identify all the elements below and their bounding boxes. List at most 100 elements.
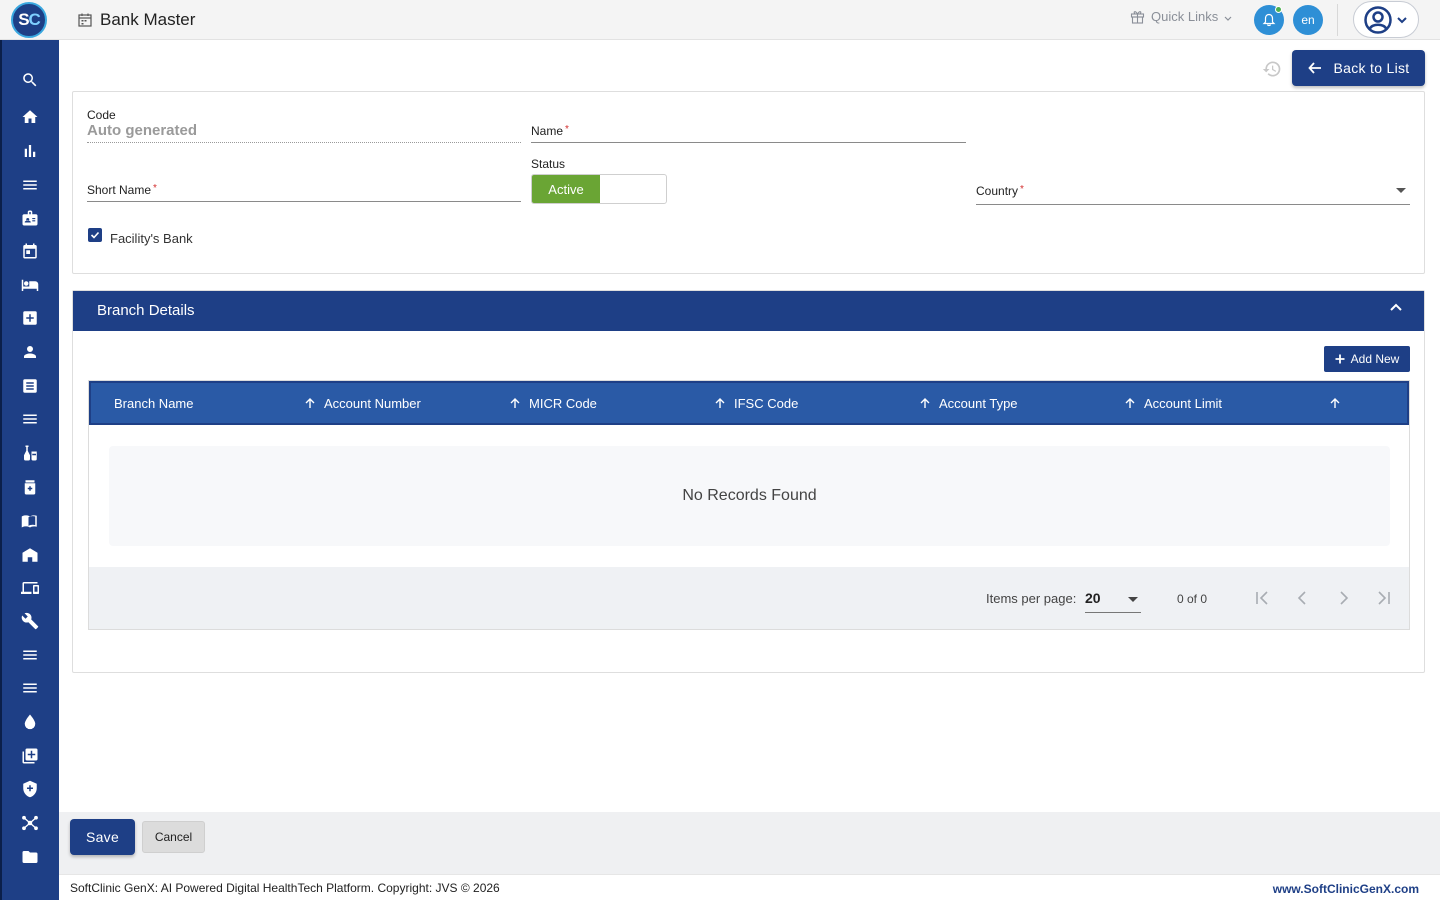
top-bar: SC Bank Master Quick Links en xyxy=(0,0,1440,40)
chevron-right-icon xyxy=(1340,591,1349,605)
medicine-icon[interactable] xyxy=(19,476,41,498)
badge-icon[interactable] xyxy=(19,207,41,229)
back-to-list-button[interactable]: Back to List xyxy=(1292,50,1425,86)
status-inactive-option[interactable] xyxy=(600,175,666,203)
calendar-icon[interactable] xyxy=(19,240,41,262)
items-per-page-label: Items per page: xyxy=(986,591,1077,606)
folder-icon[interactable] xyxy=(19,846,41,868)
drop-icon[interactable] xyxy=(19,711,41,733)
back-to-list-label: Back to List xyxy=(1333,60,1410,76)
sort-arrow-icon[interactable] xyxy=(919,397,931,409)
search-icon[interactable] xyxy=(19,69,41,91)
first-page-button[interactable] xyxy=(1252,587,1274,609)
country-label-text: Country xyxy=(976,184,1019,198)
language-button[interactable]: en xyxy=(1293,5,1323,35)
required-mark: * xyxy=(1020,184,1024,195)
add-box-icon[interactable] xyxy=(19,745,41,767)
column-branch-name[interactable]: Branch Name xyxy=(114,396,193,411)
short-name-field[interactable] xyxy=(87,201,521,202)
user-menu-button[interactable] xyxy=(1353,1,1419,38)
shield-icon[interactable] xyxy=(19,778,41,800)
form-action-bar: Save Cancel xyxy=(59,812,1440,874)
branch-details-title: Branch Details xyxy=(97,302,195,319)
sort-arrow-icon[interactable] xyxy=(714,397,726,409)
chevron-up-icon[interactable] xyxy=(1389,301,1403,315)
branch-details-panel: Branch Details Add New Branch Name Accou… xyxy=(72,290,1425,673)
menu-icon[interactable] xyxy=(19,174,41,196)
wrench-icon[interactable] xyxy=(19,610,41,632)
cancel-button[interactable]: Cancel xyxy=(142,821,205,853)
column-micr-code[interactable]: MICR Code xyxy=(529,396,597,411)
bank-form: Code Auto generated Name * Status Active … xyxy=(72,91,1425,274)
items-per-page-underline xyxy=(1085,612,1141,613)
country-dropdown-arrow-icon[interactable] xyxy=(1396,188,1406,193)
branch-details-header[interactable]: Branch Details xyxy=(73,291,1424,331)
lines-icon[interactable] xyxy=(19,644,41,666)
history-icon[interactable] xyxy=(1262,59,1282,79)
column-ifsc-code[interactable]: IFSC Code xyxy=(734,396,798,411)
items-per-page-dropdown-icon[interactable] xyxy=(1128,597,1138,602)
bar-chart-icon[interactable] xyxy=(19,140,41,162)
arrow-left-icon xyxy=(1307,62,1321,74)
country-label: Country * xyxy=(976,184,1024,198)
website-link[interactable]: www.SoftClinicGenX.com xyxy=(1273,882,1419,896)
bed-icon[interactable] xyxy=(19,274,41,296)
column-account-type[interactable]: Account Type xyxy=(939,396,1018,411)
building-icon[interactable] xyxy=(19,544,41,566)
plus-icon xyxy=(1335,354,1345,364)
first-page-icon xyxy=(1256,591,1268,605)
facility-bank-label[interactable]: Facility's Bank xyxy=(110,231,193,246)
paginator: Items per page: 20 0 of 0 xyxy=(89,567,1409,629)
short-name-label: Short Name * xyxy=(87,183,157,197)
status-toggle[interactable]: Active xyxy=(531,174,667,204)
facility-bank-checkbox[interactable] xyxy=(88,228,102,242)
next-page-button[interactable] xyxy=(1332,587,1354,609)
copyright-text: SoftClinic GenX: AI Powered Digital Heal… xyxy=(70,881,500,895)
status-label: Status xyxy=(531,157,566,171)
network-icon[interactable] xyxy=(19,812,41,834)
devices-icon[interactable] xyxy=(19,577,41,599)
range-label: 0 of 0 xyxy=(1177,592,1208,606)
sort-arrow-icon[interactable] xyxy=(304,397,316,409)
document-icon[interactable] xyxy=(19,375,41,397)
branch-table: Branch Name Account Number MICR Code IFS… xyxy=(88,380,1410,630)
save-button[interactable]: Save xyxy=(70,819,135,855)
lines-icon[interactable] xyxy=(19,677,41,699)
quick-links-menu[interactable]: Quick Links xyxy=(1130,9,1232,24)
status-active-option[interactable]: Active xyxy=(532,175,600,203)
required-mark: * xyxy=(153,183,157,194)
notifications-button[interactable] xyxy=(1254,5,1284,35)
table-header: Branch Name Account Number MICR Code IFS… xyxy=(89,381,1409,425)
add-new-label: Add New xyxy=(1350,352,1400,366)
sort-arrow-icon[interactable] xyxy=(1124,397,1136,409)
app-logo[interactable]: SC xyxy=(11,2,47,38)
notification-indicator xyxy=(1275,6,1282,13)
quick-links-label: Quick Links xyxy=(1151,9,1219,24)
add-new-button[interactable]: Add New xyxy=(1324,346,1410,372)
medical-plus-icon[interactable] xyxy=(19,307,41,329)
person-icon[interactable] xyxy=(19,341,41,363)
book-icon[interactable] xyxy=(19,510,41,532)
name-field[interactable] xyxy=(531,142,966,143)
last-page-icon xyxy=(1378,591,1390,605)
header-divider xyxy=(1337,4,1338,36)
user-avatar-icon xyxy=(1364,5,1392,34)
code-label: Code xyxy=(87,108,116,122)
column-account-limit[interactable]: Account Limit xyxy=(1144,396,1222,411)
last-page-button[interactable] xyxy=(1372,587,1394,609)
column-account-number[interactable]: Account Number xyxy=(324,396,421,411)
previous-page-button[interactable] xyxy=(1292,587,1314,609)
country-select[interactable] xyxy=(976,204,1410,205)
name-label: Name * xyxy=(531,124,569,138)
bell-icon xyxy=(1262,13,1276,27)
chevron-down-icon xyxy=(1397,16,1407,23)
sort-arrow-icon[interactable] xyxy=(1329,397,1341,409)
check-icon xyxy=(90,231,100,239)
code-value: Auto generated xyxy=(87,122,198,139)
items-per-page-select[interactable]: 20 xyxy=(1085,590,1101,606)
list-icon[interactable] xyxy=(19,408,41,430)
tests-icon[interactable] xyxy=(19,442,41,464)
sort-arrow-icon[interactable] xyxy=(509,397,521,409)
home-icon[interactable] xyxy=(19,106,41,128)
empty-state-message: No Records Found xyxy=(109,446,1390,546)
